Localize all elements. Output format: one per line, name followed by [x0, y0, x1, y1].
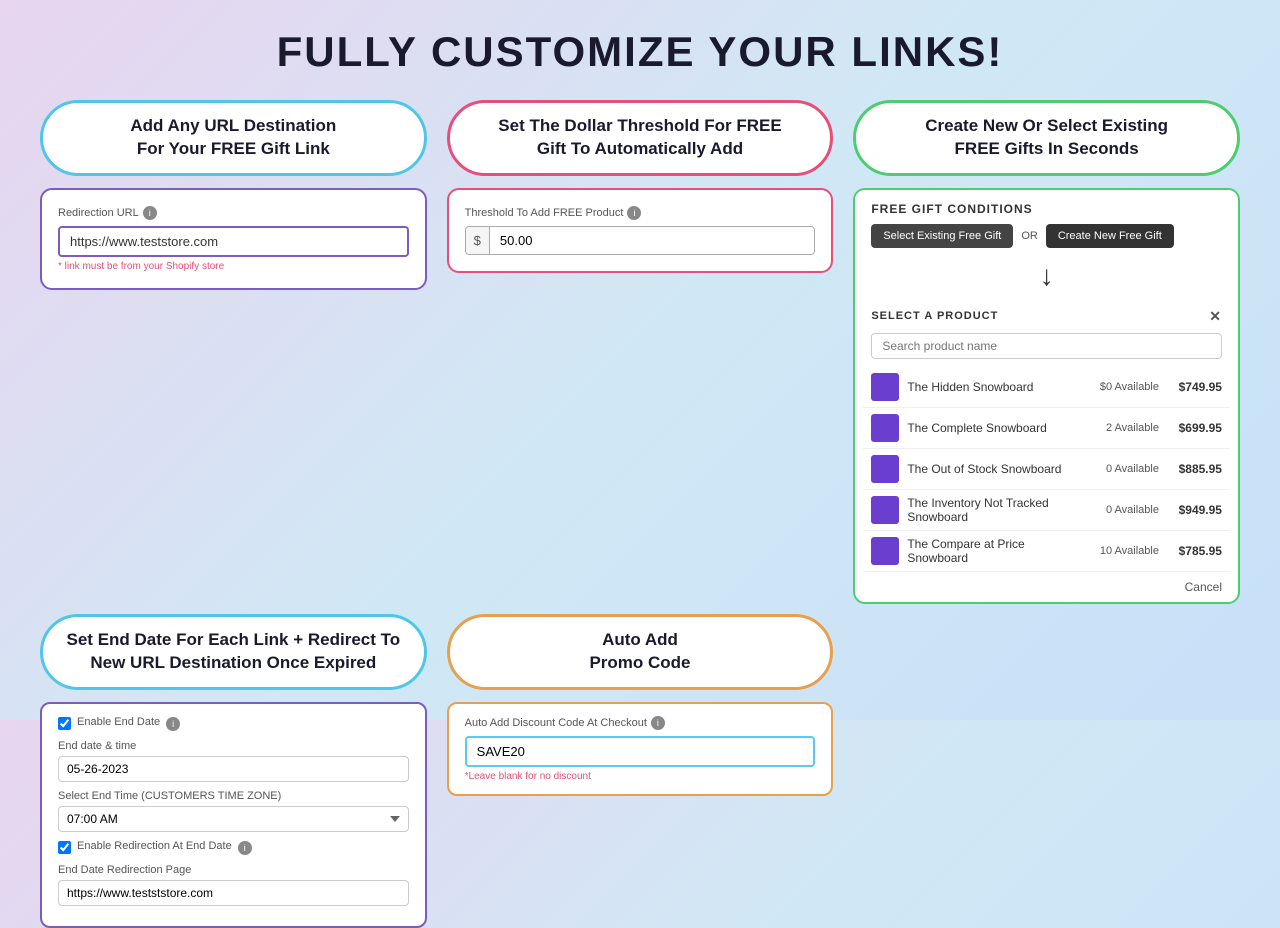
- table-row[interactable]: The Compare at Price Snowboard 10 Availa…: [863, 531, 1230, 572]
- product-price: $749.95: [1167, 380, 1222, 394]
- product-search-input[interactable]: [871, 333, 1222, 359]
- time-zone-label: Select End Time (CUSTOMERS TIME ZONE): [58, 790, 409, 802]
- end-date-info-icon[interactable]: i: [166, 717, 180, 731]
- redirect-page-label: End Date Redirection Page: [58, 864, 409, 876]
- product-name: The Compare at Price Snowboard: [907, 537, 1071, 565]
- dollar-prefix-wrapper: $: [465, 226, 816, 255]
- end-date-input[interactable]: [58, 756, 409, 782]
- product-availability: 2 Available: [1079, 422, 1159, 434]
- product-thumb: [871, 373, 899, 401]
- arrow-down-icon: ↓: [855, 256, 1238, 300]
- promo-code-card: Auto Add Discount Code At Checkout i *Le…: [447, 702, 834, 796]
- product-availability: 0 Available: [1079, 463, 1159, 475]
- end-date-badge: Set End Date For Each Link + Redirect To…: [40, 614, 427, 690]
- create-new-gift-button[interactable]: Create New Free Gift: [1046, 224, 1174, 248]
- product-thumb: [871, 496, 899, 524]
- redirection-url-input[interactable]: [58, 226, 409, 257]
- redirection-card: Redirection URL i * link must be from yo…: [40, 188, 427, 290]
- end-time-select[interactable]: 07:00 AM 08:00 AM 09:00 AM: [58, 806, 409, 832]
- date-label: End date & time: [58, 740, 409, 752]
- product-thumb: [871, 414, 899, 442]
- or-label: OR: [1021, 230, 1038, 242]
- promo-info-icon[interactable]: i: [651, 716, 665, 730]
- redirect-url-input[interactable]: [58, 880, 409, 906]
- enable-end-date-label: Enable End Date: [77, 716, 160, 728]
- product-thumb: [871, 455, 899, 483]
- product-name: The Out of Stock Snowboard: [907, 462, 1071, 476]
- enable-redirect-end-date-checkbox[interactable]: [58, 841, 71, 854]
- product-availability: $0 Available: [1079, 381, 1159, 393]
- threshold-card: Threshold To Add FREE Product i $: [447, 188, 834, 273]
- close-icon[interactable]: ✕: [1209, 308, 1222, 325]
- product-price: $785.95: [1167, 544, 1222, 558]
- promo-code-input[interactable]: [465, 736, 816, 767]
- gift-conditions-buttons: Select Existing Free Gift OR Create New …: [855, 224, 1238, 256]
- table-row[interactable]: The Hidden Snowboard $0 Available $749.9…: [863, 367, 1230, 408]
- product-price: $885.95: [1167, 462, 1222, 476]
- redirection-url-info-icon[interactable]: i: [143, 206, 157, 220]
- product-availability: 10 Available: [1079, 545, 1159, 557]
- cancel-button[interactable]: Cancel: [855, 572, 1238, 602]
- threshold-input[interactable]: [490, 227, 814, 254]
- redirection-url-label: Redirection URL: [58, 207, 139, 219]
- promo-code-badge: Auto AddPromo Code: [447, 614, 834, 690]
- product-thumb: [871, 537, 899, 565]
- dollar-sign: $: [466, 227, 490, 254]
- threshold-label: Threshold To Add FREE Product: [465, 207, 624, 219]
- product-name: The Inventory Not Tracked Snowboard: [907, 496, 1071, 524]
- redirection-url-hint: * link must be from your Shopify store: [58, 261, 409, 272]
- enable-end-date-checkbox[interactable]: [58, 717, 71, 730]
- table-row[interactable]: The Inventory Not Tracked Snowboard 0 Av…: [863, 490, 1230, 531]
- table-row[interactable]: The Complete Snowboard 2 Available $699.…: [863, 408, 1230, 449]
- select-existing-gift-button[interactable]: Select Existing Free Gift: [871, 224, 1013, 248]
- product-name: The Complete Snowboard: [907, 421, 1071, 435]
- product-name: The Hidden Snowboard: [907, 380, 1071, 394]
- product-availability: 0 Available: [1079, 504, 1159, 516]
- product-price: $699.95: [1167, 421, 1222, 435]
- product-price: $949.95: [1167, 503, 1222, 517]
- page-title: FULLY CUSTOMIZE YOUR LINKS!: [0, 0, 1280, 100]
- redirect-info-icon[interactable]: i: [238, 841, 252, 855]
- select-product-title: SELECT A PRODUCT: [871, 310, 998, 322]
- product-list: The Hidden Snowboard $0 Available $749.9…: [855, 367, 1238, 572]
- table-row[interactable]: The Out of Stock Snowboard 0 Available $…: [863, 449, 1230, 490]
- gift-conditions-card: FREE GIFT CONDITIONS Select Existing Fre…: [853, 188, 1240, 604]
- url-destination-badge: Add Any URL DestinationFor Your FREE Gif…: [40, 100, 427, 176]
- select-product-header: SELECT A PRODUCT ✕: [855, 300, 1238, 333]
- enable-redirect-label: Enable Redirection At End Date: [77, 840, 232, 852]
- threshold-badge: Set The Dollar Threshold For FREEGift To…: [447, 100, 834, 176]
- create-gifts-badge: Create New Or Select ExistingFREE Gifts …: [853, 100, 1240, 176]
- gift-conditions-title: FREE GIFT CONDITIONS: [855, 190, 1238, 224]
- promo-code-label: Auto Add Discount Code At Checkout: [465, 717, 647, 729]
- promo-hint: *Leave blank for no discount: [465, 771, 816, 782]
- end-date-card: Enable End Date i End date & time Select…: [40, 702, 427, 928]
- threshold-info-icon[interactable]: i: [627, 206, 641, 220]
